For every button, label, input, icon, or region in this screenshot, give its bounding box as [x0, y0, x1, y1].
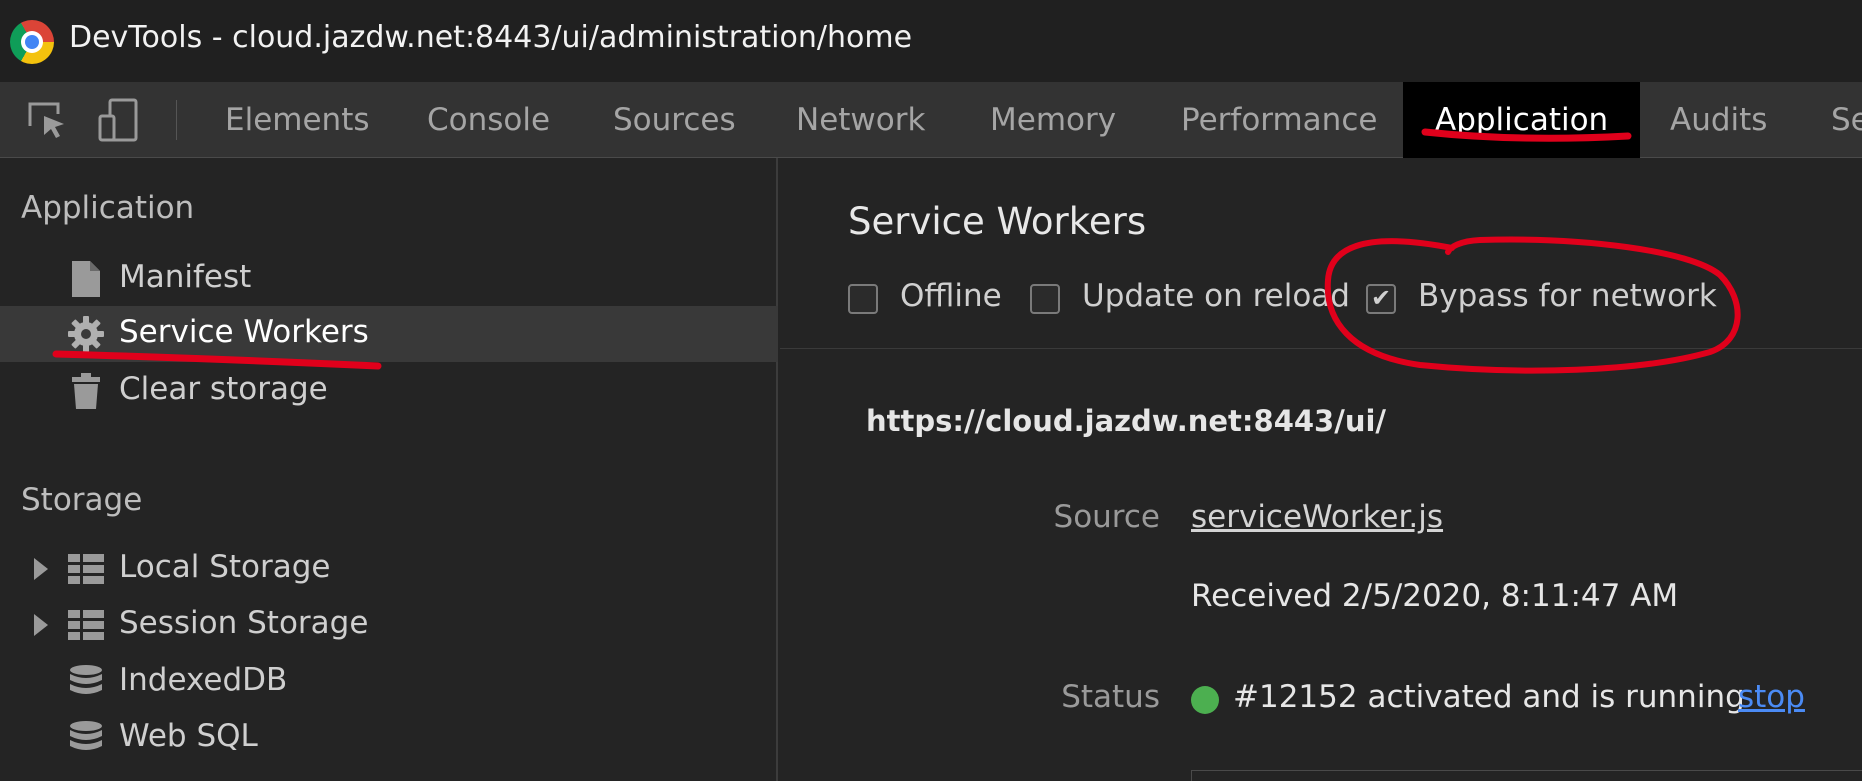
sidebar-item-local-storage[interactable]: Local Storage — [0, 541, 778, 597]
status-running-indicator — [1191, 686, 1219, 714]
tab-security[interactable]: Se — [1831, 82, 1862, 158]
update-on-reload-checkbox[interactable] — [1030, 284, 1060, 314]
application-section-title: Application — [21, 190, 195, 226]
bypass-for-network-checkbox[interactable] — [1366, 284, 1396, 314]
tab-performance[interactable]: Performance — [1181, 82, 1377, 158]
grid-icon — [66, 549, 106, 589]
sidebar-item-session-storage[interactable]: Session Storage — [0, 597, 778, 653]
sidebar-item-label: IndexedDB — [119, 662, 288, 698]
devtools-toolbar: Elements Console Sources Network Memory … — [0, 82, 1862, 158]
tab-elements[interactable]: Elements — [225, 82, 370, 158]
service-worker-options: Offline Update on reload Bypass for netw… — [848, 276, 1848, 324]
status-label: Status — [1061, 679, 1160, 715]
gear-icon — [66, 314, 106, 354]
offline-label[interactable]: Offline — [900, 278, 1002, 314]
sidebar-item-label: Web SQL — [119, 718, 258, 754]
offline-checkbox[interactable] — [848, 284, 878, 314]
expand-arrow-icon[interactable] — [34, 558, 48, 580]
application-sidebar: Application Manifest Service Workers Cle… — [0, 158, 778, 781]
sidebar-item-label: Local Storage — [119, 549, 331, 585]
database-icon — [66, 718, 106, 758]
sidebar-item-service-workers[interactable]: Service Workers — [0, 306, 778, 362]
tab-sources[interactable]: Sources — [613, 82, 736, 158]
sidebar-item-label: Clear storage — [119, 371, 328, 407]
divider — [780, 348, 1862, 349]
sidebar-item-clear-storage[interactable]: Clear storage — [0, 363, 778, 419]
sidebar-item-web-sql[interactable]: Web SQL — [0, 710, 778, 766]
worker-details-box — [1191, 770, 1862, 781]
sidebar-item-label: Session Storage — [119, 605, 369, 641]
service-workers-panel: Service Workers Offline Update on reload… — [780, 158, 1862, 781]
tab-audits[interactable]: Audits — [1670, 82, 1767, 158]
status-text: #12152 activated and is running — [1233, 679, 1745, 715]
source-file-link[interactable]: serviceWorker.js — [1191, 499, 1443, 535]
tab-console[interactable]: Console — [427, 82, 550, 158]
storage-section-title: Storage — [21, 482, 143, 518]
window-title: DevTools - cloud.jazdw.net:8443/ui/admin… — [69, 20, 913, 55]
sidebar-item-label: Service Workers — [119, 314, 369, 350]
bypass-for-network-label[interactable]: Bypass for network — [1418, 278, 1717, 314]
tab-memory[interactable]: Memory — [990, 82, 1116, 158]
expand-arrow-icon[interactable] — [34, 614, 48, 636]
device-toolbar-icon[interactable] — [96, 96, 144, 144]
page-title: Service Workers — [848, 200, 1147, 243]
update-on-reload-label[interactable]: Update on reload — [1082, 278, 1350, 314]
stop-link[interactable]: stop — [1738, 679, 1805, 715]
tab-network[interactable]: Network — [796, 82, 925, 158]
sidebar-item-indexeddb[interactable]: IndexedDB — [0, 654, 778, 710]
source-label: Source — [1053, 499, 1160, 535]
received-timestamp: Received 2/5/2020, 8:11:47 AM — [1191, 578, 1679, 614]
sidebar-item-manifest[interactable]: Manifest — [0, 251, 778, 307]
trash-icon — [66, 371, 106, 411]
inspect-element-icon[interactable] — [24, 96, 72, 144]
service-worker-scope-url: https://cloud.jazdw.net:8443/ui/ — [866, 404, 1387, 438]
file-icon — [66, 259, 106, 299]
sidebar-item-label: Manifest — [119, 259, 252, 295]
tab-application[interactable]: Application — [1403, 82, 1641, 158]
database-icon — [66, 662, 106, 702]
grid-icon — [66, 605, 106, 645]
toolbar-separator — [176, 100, 177, 140]
chrome-logo-icon — [10, 20, 54, 64]
title-bar: DevTools - cloud.jazdw.net:8443/ui/admin… — [0, 0, 1862, 82]
